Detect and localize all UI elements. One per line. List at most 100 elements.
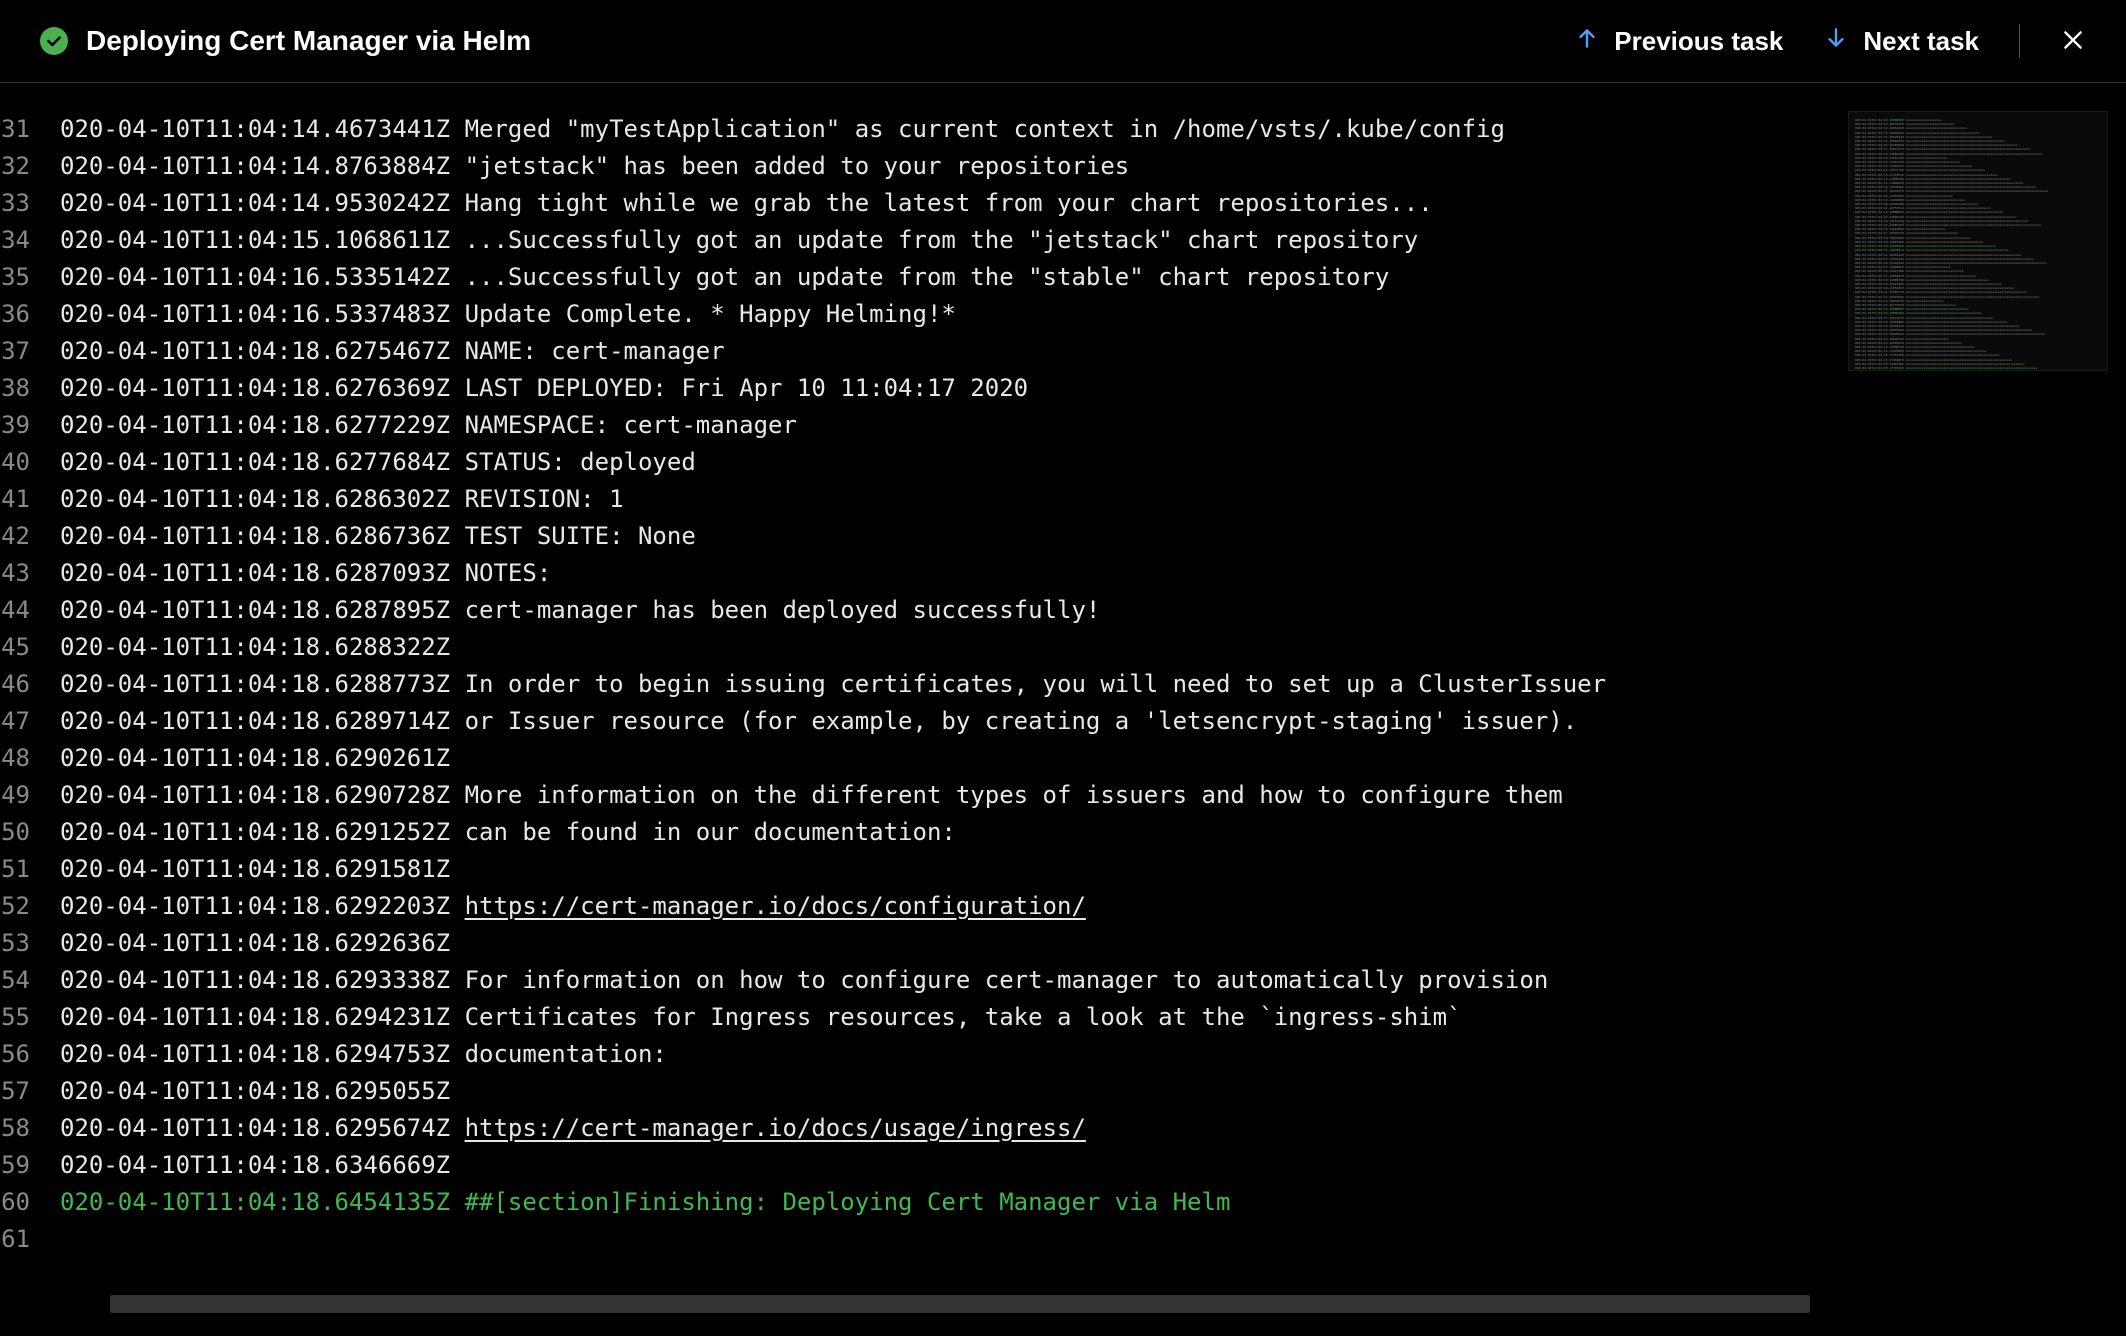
log-line: 55020-04-10T11:04:18.6294231Z Certificat… <box>0 999 2126 1036</box>
line-number: 53 <box>0 925 60 962</box>
line-text: 020-04-10T11:04:18.6277229Z NAMESPACE: c… <box>60 407 797 444</box>
line-text: 020-04-10T11:04:18.6287895Z cert-manager… <box>60 592 1100 629</box>
line-number: 38 <box>0 370 60 407</box>
line-number: 50 <box>0 814 60 851</box>
log-line: 46020-04-10T11:04:18.6288773Z In order t… <box>0 666 2126 703</box>
line-text: 020-04-10T11:04:18.6346669Z <box>60 1147 450 1184</box>
previous-task-label: Previous task <box>1614 26 1783 57</box>
line-number: 51 <box>0 851 60 888</box>
line-number: 48 <box>0 740 60 777</box>
log-line: 54020-04-10T11:04:18.6293338Z For inform… <box>0 962 2126 999</box>
line-number: 41 <box>0 481 60 518</box>
line-text: 020-04-10T11:04:14.4673441Z Merged "myTe… <box>60 111 1505 148</box>
log-line: 52020-04-10T11:04:18.6292203Z https://ce… <box>0 888 2126 925</box>
log-link[interactable]: https://cert-manager.io/docs/usage/ingre… <box>465 1114 1086 1142</box>
previous-task-button[interactable]: Previous task <box>1574 25 1783 58</box>
log-line: 57020-04-10T11:04:18.6295055Z <box>0 1073 2126 1110</box>
line-text: 020-04-10T11:04:18.6295055Z <box>60 1073 450 1110</box>
log-line: 61 <box>0 1221 2126 1258</box>
horizontal-scrollbar[interactable] <box>110 1295 1810 1313</box>
line-number: 55 <box>0 999 60 1036</box>
line-text: 020-04-10T11:04:18.6275467Z NAME: cert-m… <box>60 333 725 370</box>
line-text-prefix: 020-04-10T11:04:18.6292203Z <box>60 892 465 920</box>
log-line: 41020-04-10T11:04:18.6286302Z REVISION: … <box>0 481 2126 518</box>
line-text: 020-04-10T11:04:18.6295674Z https://cert… <box>60 1110 1086 1147</box>
line-number: 33 <box>0 185 60 222</box>
log-line: 53020-04-10T11:04:18.6292636Z <box>0 925 2126 962</box>
line-text: 020-04-10T11:04:18.6288773Z In order to … <box>60 666 1606 703</box>
line-text: 020-04-10T11:04:18.6288322Z <box>60 629 450 666</box>
log-line: 58020-04-10T11:04:18.6295674Z https://ce… <box>0 1110 2126 1147</box>
line-text: 020-04-10T11:04:18.6287093Z NOTES: <box>60 555 551 592</box>
line-number: 61 <box>0 1221 60 1258</box>
close-icon <box>2060 27 2086 56</box>
log-line: 38020-04-10T11:04:18.6276369Z LAST DEPLO… <box>0 370 2126 407</box>
line-text: 020-04-10T11:04:14.9530242Z Hang tight w… <box>60 185 1433 222</box>
log-line: 51020-04-10T11:04:18.6291581Z <box>0 851 2126 888</box>
log-line: 35020-04-10T11:04:16.5335142Z ...Success… <box>0 259 2126 296</box>
line-number: 56 <box>0 1036 60 1073</box>
line-number: 32 <box>0 148 60 185</box>
line-text: 020-04-10T11:04:18.6291252Z can be found… <box>60 814 956 851</box>
log-lines-container[interactable]: 31020-04-10T11:04:14.4673441Z Merged "my… <box>0 83 2126 1319</box>
line-text: 020-04-10T11:04:18.6292636Z <box>60 925 450 962</box>
line-number: 31 <box>0 111 60 148</box>
line-text: 020-04-10T11:04:18.6290728Z More informa… <box>60 777 1563 814</box>
log-line: 59020-04-10T11:04:18.6346669Z <box>0 1147 2126 1184</box>
header-left: Deploying Cert Manager via Helm <box>40 25 531 57</box>
task-title: Deploying Cert Manager via Helm <box>86 25 531 57</box>
arrow-up-icon <box>1574 25 1600 58</box>
line-text: 020-04-10T11:04:18.6292203Z https://cert… <box>60 888 1086 925</box>
log-line: 34020-04-10T11:04:15.1068611Z ...Success… <box>0 222 2126 259</box>
line-text: 020-04-10T11:04:18.6290261Z <box>60 740 450 777</box>
arrow-down-icon <box>1823 25 1849 58</box>
line-number: 49 <box>0 777 60 814</box>
log-line: 43020-04-10T11:04:18.6287093Z NOTES: <box>0 555 2126 592</box>
line-number: 45 <box>0 629 60 666</box>
line-number: 43 <box>0 555 60 592</box>
line-number: 54 <box>0 962 60 999</box>
log-line: 40020-04-10T11:04:18.6277684Z STATUS: de… <box>0 444 2126 481</box>
close-button[interactable] <box>2060 27 2086 56</box>
line-number: 60 <box>0 1184 60 1221</box>
log-line: 39020-04-10T11:04:18.6277229Z NAMESPACE:… <box>0 407 2126 444</box>
line-text: 020-04-10T11:04:16.5337483Z Update Compl… <box>60 296 956 333</box>
log-line: 42020-04-10T11:04:18.6286736Z TEST SUITE… <box>0 518 2126 555</box>
line-number: 52 <box>0 888 60 925</box>
line-number: 59 <box>0 1147 60 1184</box>
log-line: 37020-04-10T11:04:18.6275467Z NAME: cert… <box>0 333 2126 370</box>
line-number: 36 <box>0 296 60 333</box>
header-right: Previous task Next task <box>1574 24 2086 58</box>
log-line: 31020-04-10T11:04:14.4673441Z Merged "my… <box>0 111 2126 148</box>
line-number: 35 <box>0 259 60 296</box>
line-text: 020-04-10T11:04:18.6294231Z Certificates… <box>60 999 1462 1036</box>
log-line: 60020-04-10T11:04:18.6454135Z ##[section… <box>0 1184 2126 1221</box>
status-success-icon <box>40 27 68 55</box>
line-text: 020-04-10T11:04:15.1068611Z ...Successfu… <box>60 222 1418 259</box>
line-number: 46 <box>0 666 60 703</box>
line-text: 020-04-10T11:04:18.6294753Z documentatio… <box>60 1036 667 1073</box>
line-number: 39 <box>0 407 60 444</box>
line-text: 020-04-10T11:04:14.8763884Z "jetstack" h… <box>60 148 1129 185</box>
next-task-label: Next task <box>1863 26 1979 57</box>
log-minimap[interactable]: 020-04-10T11:04:10.1000000Z xxxxxxxxxxxx… <box>1848 111 2108 371</box>
line-text: 020-04-10T11:04:18.6454135Z ##[section]F… <box>60 1184 1230 1221</box>
log-link[interactable]: https://cert-manager.io/docs/configurati… <box>465 892 1086 920</box>
log-line: 49020-04-10T11:04:18.6290728Z More infor… <box>0 777 2126 814</box>
log-line: 45020-04-10T11:04:18.6288322Z <box>0 629 2126 666</box>
task-header: Deploying Cert Manager via Helm Previous… <box>0 0 2126 83</box>
line-number: 47 <box>0 703 60 740</box>
line-text: 020-04-10T11:04:18.6293338Z For informat… <box>60 962 1548 999</box>
log-line: 50020-04-10T11:04:18.6291252Z can be fou… <box>0 814 2126 851</box>
log-content: 31020-04-10T11:04:14.4673441Z Merged "my… <box>0 83 2126 1319</box>
line-number: 42 <box>0 518 60 555</box>
line-text: 020-04-10T11:04:18.6277684Z STATUS: depl… <box>60 444 696 481</box>
next-task-button[interactable]: Next task <box>1823 25 1979 58</box>
line-number: 40 <box>0 444 60 481</box>
line-text: 020-04-10T11:04:18.6276369Z LAST DEPLOYE… <box>60 370 1028 407</box>
log-line: 56020-04-10T11:04:18.6294753Z documentat… <box>0 1036 2126 1073</box>
log-line: 44020-04-10T11:04:18.6287895Z cert-manag… <box>0 592 2126 629</box>
line-text-prefix: 020-04-10T11:04:18.6295674Z <box>60 1114 465 1142</box>
line-text: 020-04-10T11:04:18.6286736Z TEST SUITE: … <box>60 518 696 555</box>
line-number: 44 <box>0 592 60 629</box>
